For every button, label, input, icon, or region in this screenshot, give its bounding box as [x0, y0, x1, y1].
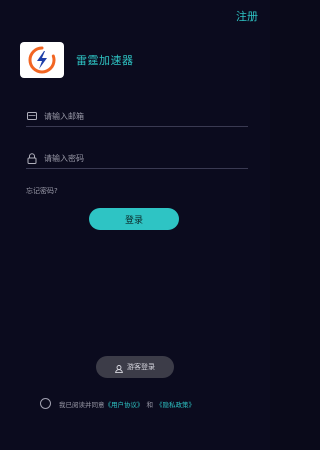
user-icon	[115, 358, 123, 377]
forgot-password-link[interactable]: 忘记密码?	[26, 186, 58, 196]
app-logo	[20, 42, 64, 78]
app-name: 雷霆加速器	[76, 54, 134, 67]
password-input[interactable]	[44, 153, 234, 163]
privacy-policy-link[interactable]: 《隐私政策》	[156, 399, 195, 409]
login-screen: 注册 雷霆加速器 忘记密码? 登录	[0, 0, 270, 450]
agreement-prefix: 我已阅读并同意	[59, 400, 105, 409]
guest-login-label: 游客登录	[127, 363, 155, 371]
agreement-checkbox[interactable]	[40, 398, 51, 409]
email-field[interactable]	[26, 106, 248, 127]
agreement-and: 和	[146, 400, 154, 409]
lock-icon	[26, 152, 38, 164]
app-header: 雷霆加速器	[20, 42, 134, 78]
user-agreement-link[interactable]: 《用户协议》	[105, 399, 144, 409]
agreement-row: 我已阅读并同意 《用户协议》 和 《隐私政策》	[40, 398, 195, 409]
lightning-circle-icon	[28, 46, 56, 74]
mail-icon	[26, 110, 38, 122]
register-link[interactable]: 注册	[236, 8, 258, 24]
email-input[interactable]	[44, 111, 234, 121]
password-field[interactable]	[26, 148, 248, 169]
login-button[interactable]: 登录	[89, 208, 179, 230]
guest-login-button[interactable]: 游客登录	[96, 356, 174, 378]
